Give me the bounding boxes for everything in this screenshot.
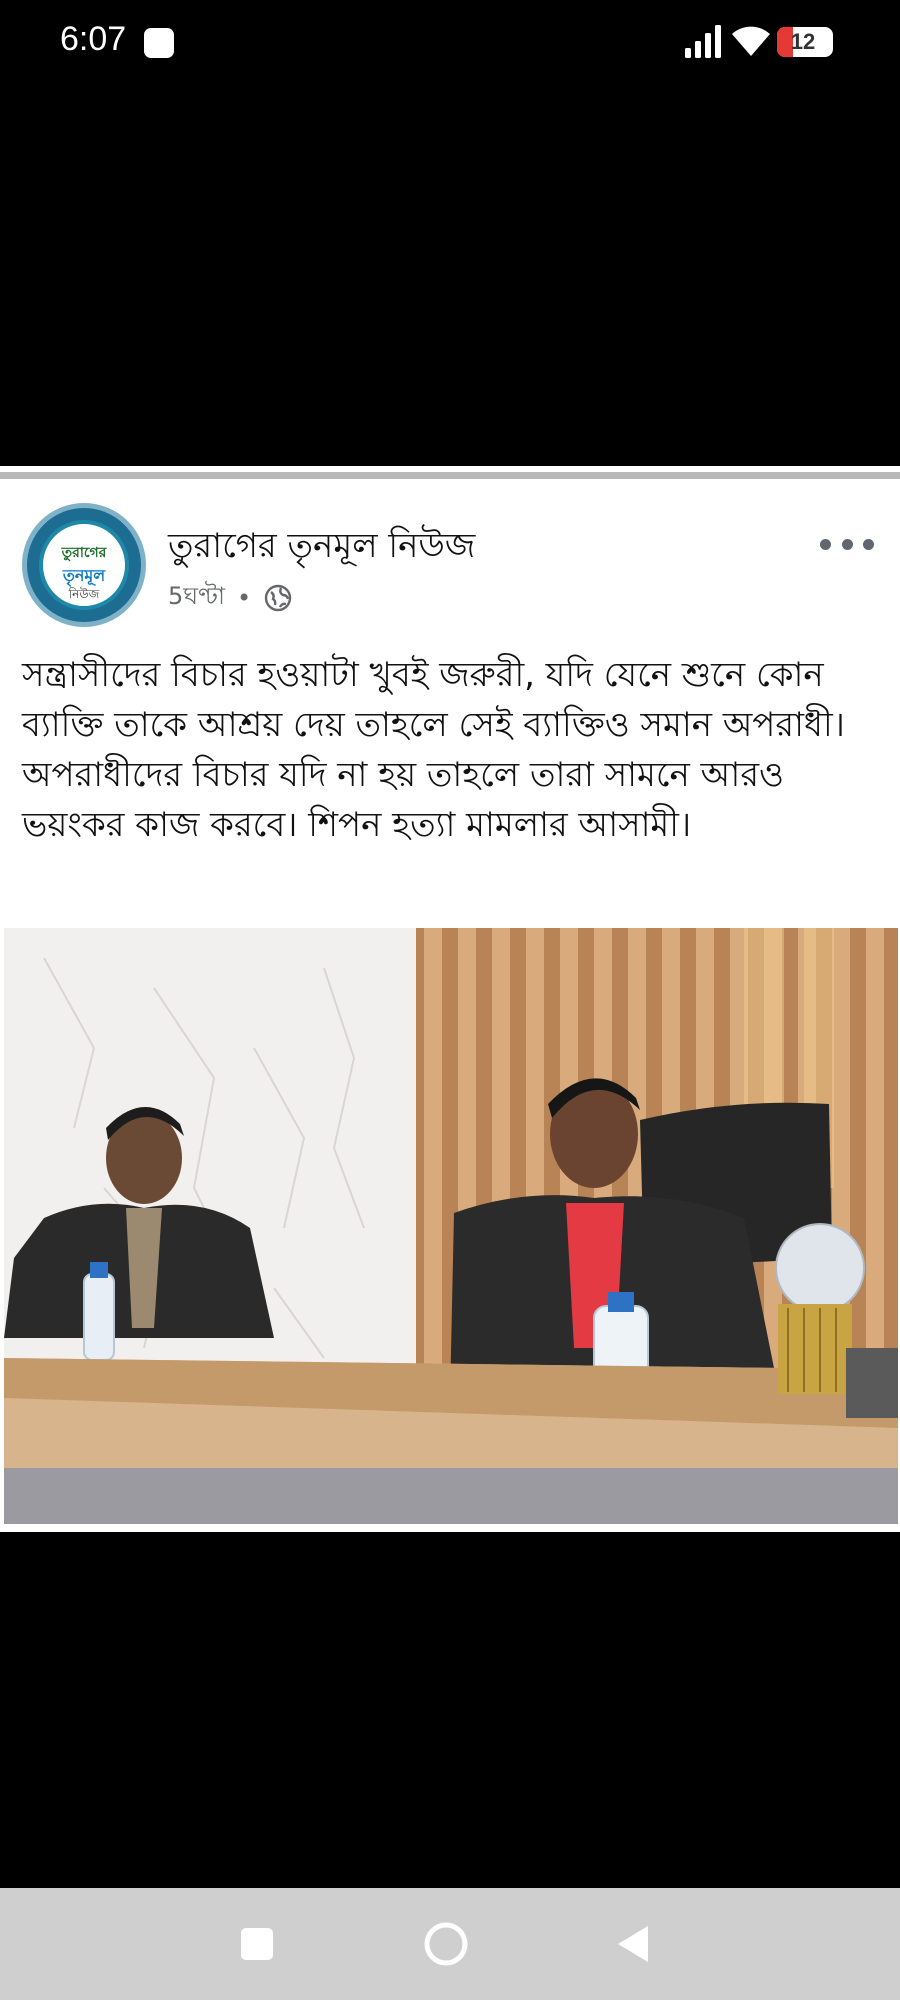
avatar-logo-top: তুরাগের [61,545,107,561]
battery-indicator: 12 [777,27,833,57]
globe-icon [264,584,292,612]
circle-icon[interactable] [424,1922,468,1966]
wifi-icon [732,26,770,56]
post-photo[interactable] [4,928,898,1524]
page-avatar[interactable]: তুরাগের তৃনমূল নিউজ [22,503,146,627]
square-icon[interactable] [241,1928,273,1960]
page-name[interactable]: তুরাগের তৃনমূল নিউজ [168,520,475,577]
post-meta: 5ঘণ্টা • [168,578,293,618]
meta-separator: • [236,584,252,612]
battery-level: 12 [790,29,816,54]
more-horizontal-icon [820,538,831,550]
more-options-button[interactable] [820,532,874,556]
post-time[interactable]: 5ঘণ্টা [168,578,225,618]
notification-icon [144,28,174,58]
post-text: সন্ত্রাসীদের বিচার হওয়াটা খুবই জরুরী, য… [22,655,845,845]
signal-icon [685,25,721,58]
avatar-logo-mid: তৃনমূল [62,566,106,585]
status-bar: 6:07 12 [0,0,900,90]
clock: 6:07 [60,20,127,58]
system-navbar [0,1888,900,2000]
avatar-logo-bottom: নিউজ [68,587,100,601]
triangle-back-icon[interactable] [616,1924,650,1964]
